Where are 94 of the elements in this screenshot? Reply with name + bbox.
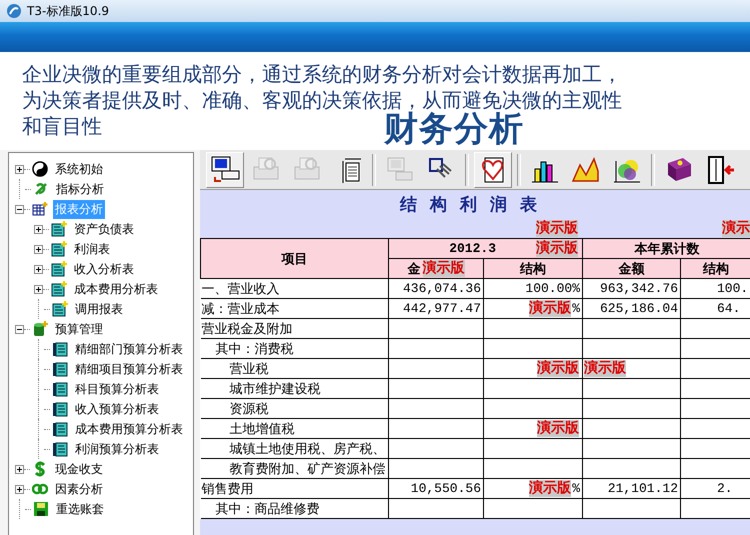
table-cell: 2.	[717, 481, 733, 496]
tree-item[interactable]: 系统初始	[53, 160, 105, 178]
collapse-icon[interactable]	[15, 324, 24, 334]
tree-item[interactable]: 资产负债表	[72, 220, 136, 238]
table-cell: 其中：商品维修费	[200, 498, 388, 518]
table-cell: 城市维护建设税	[200, 378, 388, 398]
demo-mark: 演示版	[536, 220, 578, 237]
intro-text-line: 企业决微的重要组成部分，通过系统的财务分析对会计数据再加工，	[22, 62, 622, 86]
link-icon	[33, 181, 49, 197]
table-cell: %	[572, 301, 580, 316]
tree-item[interactable]: 预算管理	[53, 320, 105, 338]
expand-icon[interactable]	[15, 164, 24, 174]
tree-item[interactable]: 精细项目预算分析表	[73, 360, 185, 378]
toolbar-button[interactable]	[206, 152, 244, 188]
report-icon	[52, 301, 68, 317]
report-icon	[51, 241, 67, 257]
column-header: 本年累计数	[582, 238, 750, 258]
save-icon	[33, 501, 49, 517]
table-cell: 100.00%	[525, 281, 580, 296]
tree-item[interactable]: 成本费用分析表	[72, 280, 160, 298]
yinyang-icon	[32, 161, 48, 177]
tree-item[interactable]: 收入分析表	[72, 260, 136, 278]
table-cell: 一、营业收入	[200, 278, 388, 298]
table-cell: 10,550.56	[410, 481, 481, 496]
tree-item[interactable]: 精细部门预算分析表	[73, 340, 185, 358]
tree-item[interactable]: 利润表	[72, 240, 112, 258]
tree-item[interactable]: 重选账套	[54, 500, 106, 518]
sheet-icon	[52, 381, 68, 397]
toolbar-button[interactable]	[474, 152, 512, 188]
table-cell: 625,186.04	[600, 301, 678, 316]
table-cell: 减：营业成本	[200, 298, 388, 318]
table-cell: 城镇土地使用税、房产税、	[200, 438, 388, 458]
section-heading: 财务分析	[384, 110, 524, 148]
demo-mark: 演示版	[537, 420, 579, 437]
column-header: 结构	[702, 260, 729, 278]
expand-icon[interactable]	[15, 464, 24, 474]
report-icon	[51, 221, 67, 237]
tree-item[interactable]: 成本费用预算分析表	[73, 420, 185, 438]
expand-icon[interactable]	[34, 264, 43, 274]
sheet-icon	[52, 401, 68, 417]
expand-icon[interactable]	[15, 484, 24, 494]
table-cell: 销售费用	[200, 478, 388, 498]
tree-item[interactable]: 现金收支	[53, 460, 105, 478]
report-icon	[51, 261, 67, 277]
table-cell: 营业税金及附加	[200, 318, 388, 338]
tree-item[interactable]: 指标分析	[54, 180, 106, 198]
table-icon	[32, 201, 48, 217]
table-cell: 其中：消费税	[200, 338, 388, 358]
table-cell: 资源税	[200, 398, 388, 418]
report-title: 结构利润表	[398, 194, 551, 217]
report-icon	[51, 281, 67, 297]
table-cell: %	[572, 481, 580, 496]
demo-mark: 演示	[722, 220, 750, 237]
sheet-icon	[52, 421, 68, 437]
budget-icon	[32, 321, 48, 337]
expand-icon[interactable]	[34, 244, 43, 254]
tree-item[interactable]: 调用报表	[73, 300, 125, 318]
window-title: T3-标准版10.9	[27, 2, 110, 20]
pc-printer-icon	[209, 154, 241, 184]
demo-mark: 演示版	[536, 240, 578, 257]
demo-mark: 演示版	[422, 260, 464, 277]
table-cell: 21,101.12	[608, 481, 678, 496]
expand-icon[interactable]	[34, 224, 43, 234]
sheet-icon	[52, 341, 68, 357]
table-cell: 营业税	[200, 358, 388, 378]
tree-item[interactable]: 因素分析	[53, 480, 105, 498]
table-cell: 教育费附加、矿产资源补偿	[200, 458, 388, 478]
demo-mark: 演示版	[529, 480, 572, 497]
column-header: 金	[408, 260, 420, 278]
column-header: 金额	[618, 260, 644, 278]
demo-mark: 演示版	[584, 360, 626, 377]
sheet-icon	[52, 361, 68, 377]
column-header: 结构	[520, 260, 546, 278]
demo-mark: 演示版	[537, 360, 579, 377]
table-cell: 963,342.76	[600, 281, 678, 296]
tree-item[interactable]: 科目预算分析表	[73, 380, 161, 398]
app-icon	[6, 3, 22, 19]
column-header: 项目	[200, 238, 388, 278]
table-cell: 436,074.36	[402, 281, 481, 296]
rings-icon	[32, 481, 48, 497]
intro-text-line: 和盲目性	[22, 114, 102, 138]
table-cell: 64.	[717, 301, 740, 316]
demo-mark: 演示版	[529, 300, 572, 317]
table-cell: 442,977.47	[402, 301, 481, 316]
intro-text-line: 为决策者提供及时、准确、客观的决策依据，从而避免决微的主观性	[22, 88, 622, 112]
tree-item[interactable]: 利润预算分析表	[73, 440, 161, 458]
sheet-icon	[52, 441, 68, 457]
table-cell: 土地增值税	[200, 418, 388, 438]
tree-item[interactable]: 收入预算分析表	[73, 400, 161, 418]
table-cell: 100.	[717, 281, 748, 296]
column-header: 2012.3	[449, 241, 496, 256]
expand-icon[interactable]	[34, 284, 43, 294]
line-chart-icon	[570, 154, 602, 184]
collapse-icon[interactable]	[15, 204, 24, 214]
